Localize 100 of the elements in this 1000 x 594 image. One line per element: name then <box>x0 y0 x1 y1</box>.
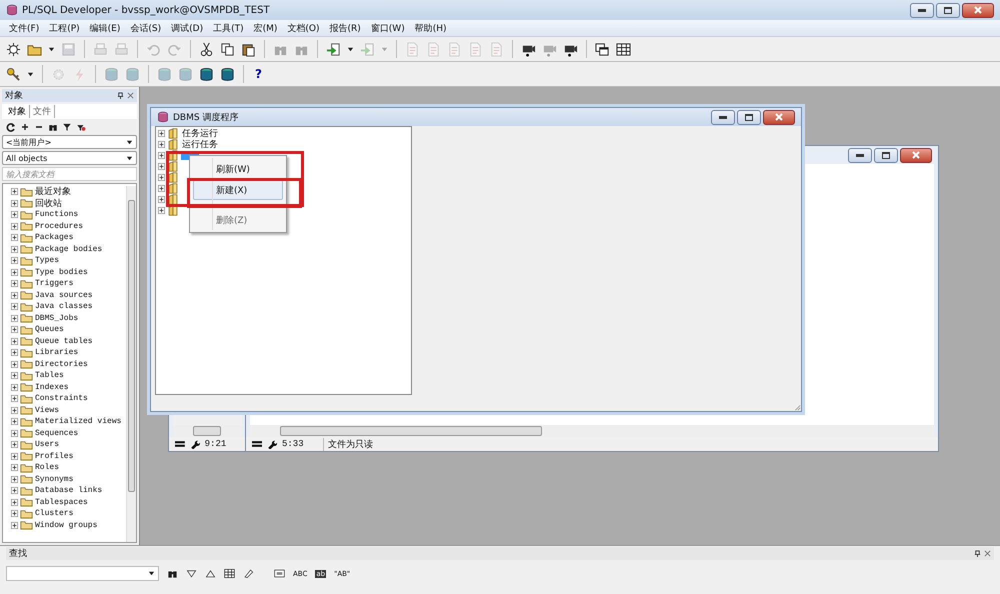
maximize-button[interactable] <box>936 2 960 18</box>
tree-item[interactable]: DBMS_Jobs <box>35 314 78 323</box>
expand-icon[interactable] <box>11 314 18 322</box>
expand-icon[interactable] <box>11 406 18 414</box>
up-triangle-icon[interactable] <box>205 568 216 579</box>
tree-item[interactable]: 运行任务 <box>181 138 219 151</box>
expand-icon[interactable] <box>158 163 165 170</box>
expand-icon[interactable] <box>11 487 18 494</box>
tree-item[interactable]: Java sources <box>35 290 93 300</box>
new-icon[interactable] <box>6 42 21 56</box>
tree-item[interactable]: Synonyms <box>35 474 74 484</box>
expand-icon[interactable] <box>158 152 165 159</box>
expand-icon[interactable] <box>11 522 18 529</box>
refresh-icon[interactable] <box>6 122 16 132</box>
tree-item[interactable]: Queue tables <box>35 336 93 346</box>
close-icon[interactable] <box>984 550 991 557</box>
expand-icon[interactable] <box>11 349 18 356</box>
tree-item[interactable]: Java classes <box>35 302 93 312</box>
filter-icon[interactable] <box>62 122 72 132</box>
binoculars-icon[interactable] <box>48 122 58 132</box>
expand-icon[interactable] <box>11 257 18 264</box>
down-triangle-icon[interactable] <box>186 568 197 579</box>
import-arrow-icon[interactable] <box>326 42 341 56</box>
expand-icon[interactable] <box>11 326 18 334</box>
tree-item[interactable]: Sequences <box>35 428 78 438</box>
expand-icon[interactable] <box>11 510 18 518</box>
grid-icon[interactable] <box>224 568 235 579</box>
dropdown-arrow-icon[interactable] <box>148 570 155 577</box>
tree-item[interactable]: Procedures <box>35 222 84 231</box>
expand-icon[interactable] <box>11 418 18 426</box>
menu-item[interactable]: 会话(S) <box>125 22 166 34</box>
filter-icon[interactable] <box>76 122 86 132</box>
expand-icon[interactable] <box>11 280 18 288</box>
expand-icon[interactable] <box>11 464 18 472</box>
close-icon[interactable] <box>127 92 134 99</box>
minimize-button[interactable] <box>711 110 735 124</box>
expand-icon[interactable] <box>158 207 165 214</box>
menu-item[interactable]: 宏(M) <box>248 22 282 34</box>
expand-icon[interactable] <box>11 246 18 253</box>
plus-icon[interactable] <box>20 122 30 132</box>
close-button[interactable] <box>962 2 994 18</box>
expand-icon[interactable] <box>158 141 165 148</box>
tree-item[interactable]: Libraries <box>35 348 78 358</box>
expand-icon[interactable] <box>11 452 18 460</box>
expand-icon[interactable] <box>11 222 18 230</box>
search-field[interactable]: 输入搜索文档 <box>2 167 137 181</box>
database-icon[interactable] <box>220 66 235 82</box>
resize-grip-icon[interactable] <box>793 403 801 411</box>
tree-item[interactable]: Clusters <box>35 509 74 518</box>
tree-item[interactable]: Profiles <box>35 452 74 461</box>
expand-icon[interactable] <box>11 338 18 345</box>
expand-icon[interactable] <box>11 234 18 242</box>
tree-item[interactable]: Roles <box>35 463 60 472</box>
pin-icon[interactable] <box>117 92 124 99</box>
key-icon[interactable] <box>6 66 21 82</box>
tree-item[interactable]: Functions <box>35 210 78 220</box>
menu-item[interactable]: 工具(T) <box>208 22 249 34</box>
tree-item[interactable]: Users <box>35 440 60 450</box>
minimize-button[interactable] <box>848 148 872 162</box>
database-icon[interactable] <box>199 66 214 82</box>
expand-icon[interactable] <box>11 292 18 299</box>
close-button[interactable] <box>900 148 932 162</box>
tree-item[interactable]: Tables <box>35 371 64 380</box>
maximize-button[interactable] <box>874 148 898 162</box>
tree-item[interactable]: Types <box>35 256 60 266</box>
scissors-icon[interactable] <box>199 42 214 56</box>
tree-item[interactable]: 回收站 <box>35 196 62 210</box>
paste-icon[interactable] <box>241 42 256 56</box>
expand-icon[interactable] <box>11 303 18 310</box>
tree-item[interactable]: 任务运行 <box>181 127 219 140</box>
expand-icon[interactable] <box>11 498 18 506</box>
field-icon[interactable] <box>274 568 285 579</box>
close-button[interactable] <box>763 110 795 124</box>
tree-item[interactable]: Constraints <box>35 394 88 404</box>
tree-item[interactable]: Queues <box>35 325 64 334</box>
eraser-icon[interactable] <box>243 568 254 579</box>
tree-item[interactable]: Database links <box>35 486 102 496</box>
tree-item[interactable]: Tablespaces <box>35 498 88 507</box>
expand-icon[interactable] <box>11 384 18 391</box>
expand-icon[interactable] <box>11 200 18 207</box>
menu-item[interactable]: 新建(X) <box>193 180 283 200</box>
menu-item[interactable]: 窗口(W) <box>366 22 410 34</box>
tree-item[interactable]: Triggers <box>35 279 74 288</box>
tree-item[interactable]: Views <box>35 406 60 415</box>
expand-icon[interactable] <box>11 211 18 218</box>
find-field[interactable] <box>6 566 159 581</box>
expand-icon[interactable] <box>158 185 165 192</box>
tree-item[interactable]: Packages <box>35 233 74 242</box>
dropdown-arrow-icon[interactable] <box>126 154 133 162</box>
tree-item[interactable]: Window groups <box>35 520 98 530</box>
menu-item[interactable]: 刷新(W) <box>193 159 283 179</box>
tree-item[interactable]: 最近对象 <box>35 185 71 198</box>
panel-tab[interactable]: 文件 <box>30 105 55 118</box>
menu-item[interactable]: 文件(F) <box>4 22 44 34</box>
windows-icon[interactable] <box>595 42 610 56</box>
expand-icon[interactable] <box>11 372 18 380</box>
expand-icon[interactable] <box>11 441 18 448</box>
menu-item[interactable]: 报告(R) <box>324 22 366 34</box>
menu-item[interactable]: 帮助(H) <box>410 22 452 34</box>
expand-icon[interactable] <box>11 476 18 483</box>
